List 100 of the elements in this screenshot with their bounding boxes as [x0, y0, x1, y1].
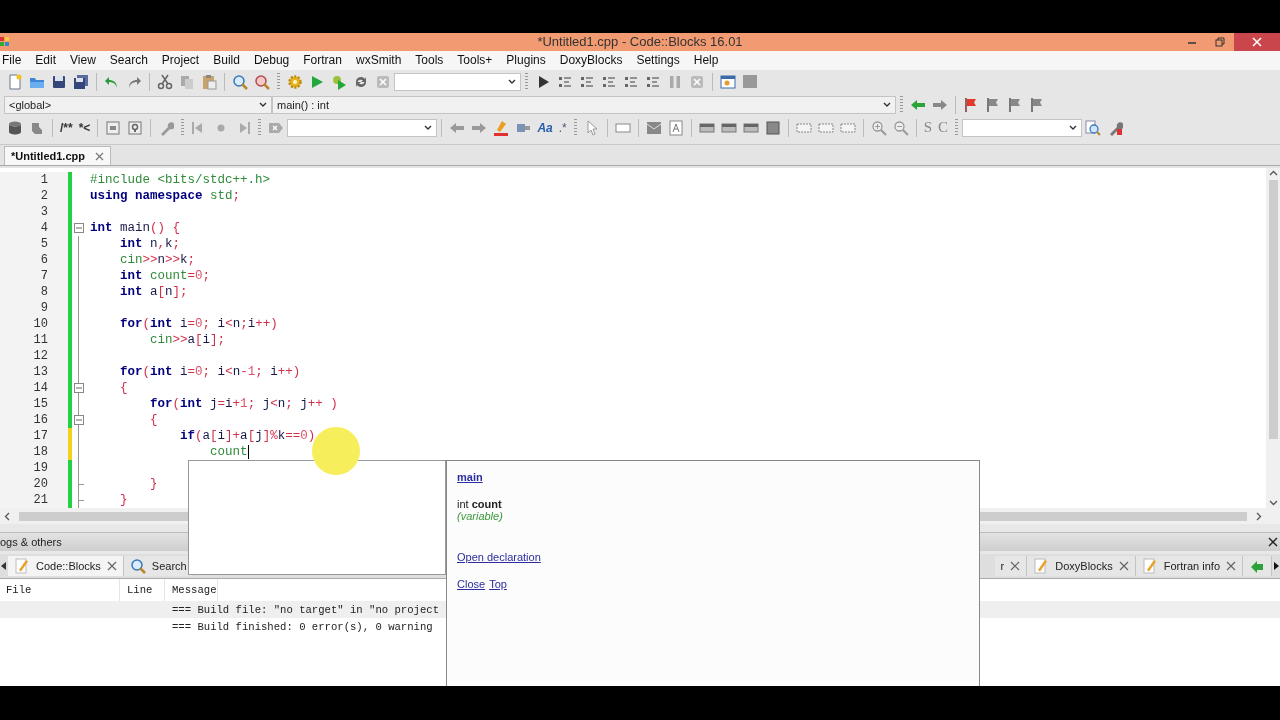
- menu-item[interactable]: wxSmith: [353, 51, 409, 70]
- maximize-icon[interactable]: [1215, 37, 1225, 47]
- tab-scroll-left-icon[interactable]: [0, 561, 8, 571]
- search-icon[interactable]: [232, 73, 248, 90]
- panel-icon[interactable]: [742, 73, 758, 90]
- window-icon[interactable]: [720, 73, 736, 90]
- scope-link[interactable]: main: [457, 471, 483, 483]
- scroll-left-icon[interactable]: [4, 511, 11, 521]
- popup-link[interactable]: Close: [457, 578, 486, 590]
- copy-icon[interactable]: [179, 73, 195, 90]
- pause-icon[interactable]: [667, 73, 683, 90]
- menu-item[interactable]: Search: [107, 51, 155, 70]
- fold-toggle-icon[interactable]: [74, 415, 84, 425]
- log-tab[interactable]: Search: [123, 556, 194, 576]
- menu-item[interactable]: View: [68, 51, 103, 70]
- window-title: *Untitled1.cpp - Code::Blocks 16.01: [537, 34, 743, 49]
- menu-item[interactable]: Help: [691, 51, 726, 70]
- dropdown-caret-icon: [258, 100, 268, 109]
- line-number: 2: [0, 188, 68, 204]
- log-tab[interactable]: DoxyBlocks: [1027, 556, 1136, 576]
- line-number: 13: [0, 364, 68, 380]
- flag-icon[interactable]: [1029, 96, 1045, 113]
- paste-icon[interactable]: [201, 73, 217, 90]
- build-run-icon[interactable]: [331, 73, 347, 90]
- scroll-down-icon[interactable]: [1268, 499, 1278, 506]
- gear-icon[interactable]: [287, 73, 303, 90]
- scissors-icon[interactable]: [157, 73, 173, 90]
- replace-icon[interactable]: [254, 73, 270, 90]
- new-file-icon[interactable]: [7, 73, 23, 90]
- menu-item[interactable]: Tools: [413, 51, 451, 70]
- close-icon[interactable]: [1268, 537, 1278, 547]
- toolbar-button[interactable]: Aa: [534, 117, 556, 138]
- code-line: #include <bits/stdc++.h>: [89, 172, 271, 188]
- zoom-out-icon[interactable]: [892, 119, 909, 136]
- toolbar-button[interactable]: /**: [57, 117, 76, 138]
- autocomplete-list[interactable]: [188, 460, 446, 575]
- line-number: 21: [0, 492, 68, 508]
- menu-item[interactable]: Plugins: [504, 51, 553, 70]
- log-message: === Build file: "no target" in "no project: [171, 603, 439, 616]
- toolbar-button[interactable]: .*: [555, 117, 570, 138]
- code-line: int count=0;: [119, 268, 211, 284]
- text-frame-icon[interactable]: [667, 119, 684, 136]
- pencil-page-icon: [14, 558, 30, 574]
- flag-icon[interactable]: [985, 96, 1001, 113]
- menu-item[interactable]: Edit: [33, 51, 64, 70]
- menu-item[interactable]: Settings: [634, 51, 687, 70]
- toolbar-button[interactable]: *<: [75, 117, 94, 138]
- menu-item[interactable]: Fortran: [301, 51, 349, 70]
- highlighter-icon[interactable]: [493, 119, 510, 136]
- menu-item[interactable]: DoxyBlocks: [557, 51, 630, 70]
- menu-item[interactable]: Project: [159, 51, 207, 70]
- line-number: 16: [0, 412, 68, 428]
- line-number: 7: [0, 268, 68, 284]
- code-line: if(a[i]+a[j]%k==0): [179, 428, 316, 444]
- code-line: for(int i=0; i<n-1; i++): [119, 364, 301, 380]
- menu-item[interactable]: Tools+: [455, 51, 500, 70]
- code-line: count: [209, 444, 249, 460]
- log-tab[interactable]: Fortran info: [1135, 556, 1243, 576]
- scrollbar-thumb[interactable]: [1268, 180, 1278, 439]
- dropdown-caret-icon: [423, 123, 434, 132]
- save-all-icon[interactable]: [73, 73, 89, 90]
- editor-tab[interactable]: *Untitled1.cpp: [4, 146, 111, 165]
- log-tab[interactable]: Code::Blocks: [8, 556, 124, 576]
- filled-square-icon[interactable]: [764, 119, 781, 136]
- dropdown-caret-icon: [1068, 123, 1079, 132]
- scroll-up-icon[interactable]: [1268, 170, 1278, 177]
- code-line: int a[n];: [119, 284, 188, 300]
- menu-item[interactable]: File: [0, 51, 29, 70]
- line-number: 3: [0, 204, 68, 220]
- log-tab[interactable]: r: [994, 556, 1028, 576]
- close-icon[interactable]: [106, 561, 117, 571]
- code-line: int n,k;: [119, 236, 181, 252]
- tab-scroll-right-icon[interactable]: [1272, 561, 1280, 571]
- panel-title: ogs & others: [0, 536, 62, 548]
- line-number: 6: [0, 252, 68, 268]
- help-icon[interactable]: [127, 119, 144, 136]
- bookmark-flag-icon[interactable]: [963, 96, 979, 113]
- save-icon[interactable]: [51, 73, 67, 90]
- code-line: cin>>a[i];: [149, 332, 226, 348]
- fold-toggle-icon[interactable]: [74, 223, 84, 233]
- scroll-right-icon[interactable]: [1255, 511, 1262, 521]
- open-declaration-link[interactable]: Open declaration: [457, 551, 541, 563]
- frame-icon[interactable]: [105, 119, 122, 136]
- database-icon[interactable]: [7, 119, 23, 136]
- fold-toggle-icon[interactable]: [74, 383, 84, 393]
- function-combo[interactable]: main() : int: [272, 95, 896, 114]
- flag-icon[interactable]: [1007, 96, 1023, 113]
- code-line: {: [119, 380, 128, 396]
- menu-item[interactable]: Build: [211, 51, 247, 70]
- abort-icon[interactable]: [375, 73, 391, 90]
- line-number: 14: [0, 380, 68, 396]
- popup-link[interactable]: Top: [489, 578, 507, 590]
- abort-icon[interactable]: [689, 73, 705, 90]
- pencil-page-icon: [1033, 558, 1050, 574]
- scope-combo[interactable]: <global>: [4, 95, 272, 114]
- code-line: cin>>n>>k;: [119, 252, 196, 268]
- document-search-icon[interactable]: [1085, 119, 1102, 136]
- menu-item[interactable]: Debug: [251, 51, 297, 70]
- zoom-in-icon[interactable]: [870, 119, 887, 136]
- play-icon[interactable]: [309, 73, 325, 90]
